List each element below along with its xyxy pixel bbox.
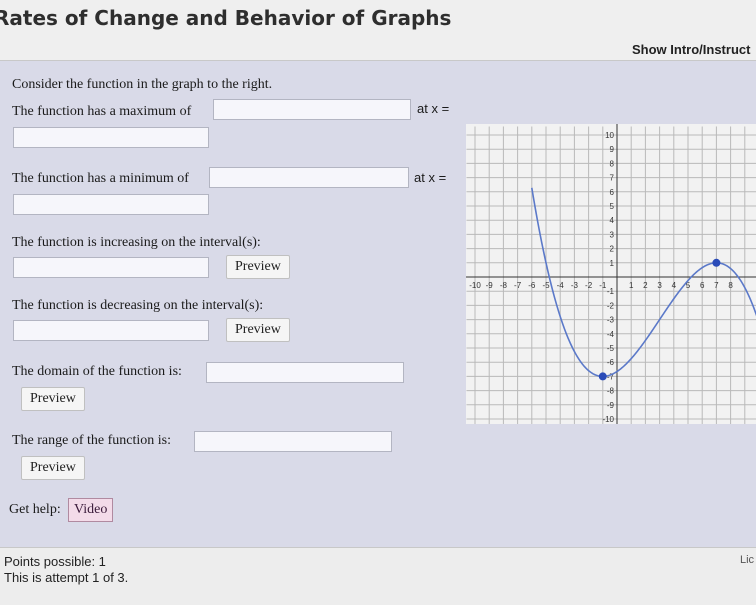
header-bar: Rates of Change and Behavior of Graphs S… — [0, 0, 756, 61]
y-tick-label: -10 — [602, 415, 614, 424]
page-title: Rates of Change and Behavior of Graphs — [0, 6, 452, 30]
min-at-x-label: at x = — [414, 170, 447, 185]
points-possible: Points possible: 1 — [4, 554, 106, 569]
question-intro: Consider the function in the graph to th… — [12, 77, 273, 92]
attempt-count: This is attempt 1 of 3. — [4, 570, 129, 585]
x-tick-label: 1 — [629, 281, 634, 290]
x-tick-label: 2 — [643, 281, 648, 290]
y-tick-label: -9 — [607, 401, 615, 410]
y-tick-label: -8 — [607, 387, 615, 396]
min-label: The function has a minimum of — [12, 171, 189, 186]
y-tick-label: -1 — [607, 287, 615, 296]
x-tick-label: -2 — [585, 281, 593, 290]
x-tick-label: -6 — [528, 281, 536, 290]
y-tick-label: 7 — [610, 174, 615, 183]
x-tick-label: 6 — [700, 281, 705, 290]
y-tick-label: 3 — [610, 230, 615, 239]
min-value-input[interactable] — [209, 167, 409, 188]
x-tick-label: -1 — [599, 281, 607, 290]
y-tick-label: -2 — [607, 301, 615, 310]
x-tick-label: -7 — [514, 281, 522, 290]
range-preview-button[interactable]: Preview — [21, 456, 85, 480]
max-at-x-label: at x = — [417, 101, 450, 116]
minimum-point — [598, 372, 607, 381]
range-input[interactable] — [194, 431, 392, 452]
domain-label: The domain of the function is: — [12, 364, 182, 379]
x-tick-label: -5 — [542, 281, 550, 290]
show-intro-link[interactable]: Show Intro/Instruct — [632, 42, 750, 57]
footer-bar: Points possible: 1 This is attempt 1 of … — [0, 547, 756, 605]
x-tick-label: 4 — [672, 281, 677, 290]
x-tick-label: -10 — [469, 281, 481, 290]
x-tick-label: -4 — [557, 281, 565, 290]
y-tick-label: 8 — [610, 159, 615, 168]
min-x-input[interactable] — [13, 194, 209, 215]
y-tick-label: 5 — [610, 202, 615, 211]
y-tick-label: 2 — [610, 245, 615, 254]
increasing-preview-button[interactable]: Preview — [226, 255, 290, 279]
y-tick-label: -5 — [607, 344, 615, 353]
decreasing-label: The function is decreasing on the interv… — [12, 298, 264, 313]
maximum-point — [712, 258, 721, 267]
y-tick-label: -3 — [607, 316, 615, 325]
domain-input[interactable] — [206, 362, 404, 383]
y-tick-label: 6 — [610, 188, 615, 197]
domain-preview-button[interactable]: Preview — [21, 387, 85, 411]
decreasing-preview-button[interactable]: Preview — [226, 318, 290, 342]
max-label: The function has a maximum of — [12, 104, 192, 119]
decreasing-input[interactable] — [13, 320, 209, 341]
video-help-button[interactable]: Video — [68, 498, 114, 522]
x-tick-label: -8 — [500, 281, 508, 290]
y-tick-label: 4 — [610, 216, 615, 225]
range-label: The range of the function is: — [12, 433, 172, 448]
max-value-input[interactable] — [213, 99, 411, 120]
function-graph: -10 -9 -8 -7 -6 -5 -4 -3 -2 -1 1 2 3 4 5 6 7 8 10 9 8 7 6 5 4 3 2 1… — [466, 124, 756, 428]
x-tick-label: -3 — [571, 281, 579, 290]
y-tick-label: 10 — [605, 131, 614, 140]
license-link[interactable]: Lic — [740, 554, 754, 566]
x-tick-label: 8 — [728, 281, 733, 290]
graph-canvas: -10 -9 -8 -7 -6 -5 -4 -3 -2 -1 1 2 3 4 5 6 7 810987654321… — [466, 124, 756, 428]
x-tick-label: -9 — [486, 281, 494, 290]
y-tick-label: -4 — [607, 330, 615, 339]
x-tick-label: 7 — [714, 281, 719, 290]
y-tick-label: 1 — [610, 259, 615, 268]
x-tick-label: 3 — [657, 281, 662, 290]
y-tick-label: -6 — [607, 358, 615, 367]
y-tick-label: 9 — [610, 145, 615, 154]
increasing-label: The function is increasing on the interv… — [12, 235, 261, 250]
max-x-input[interactable] — [13, 127, 209, 148]
increasing-input[interactable] — [13, 257, 209, 278]
get-help-label: Get help: — [9, 502, 61, 517]
